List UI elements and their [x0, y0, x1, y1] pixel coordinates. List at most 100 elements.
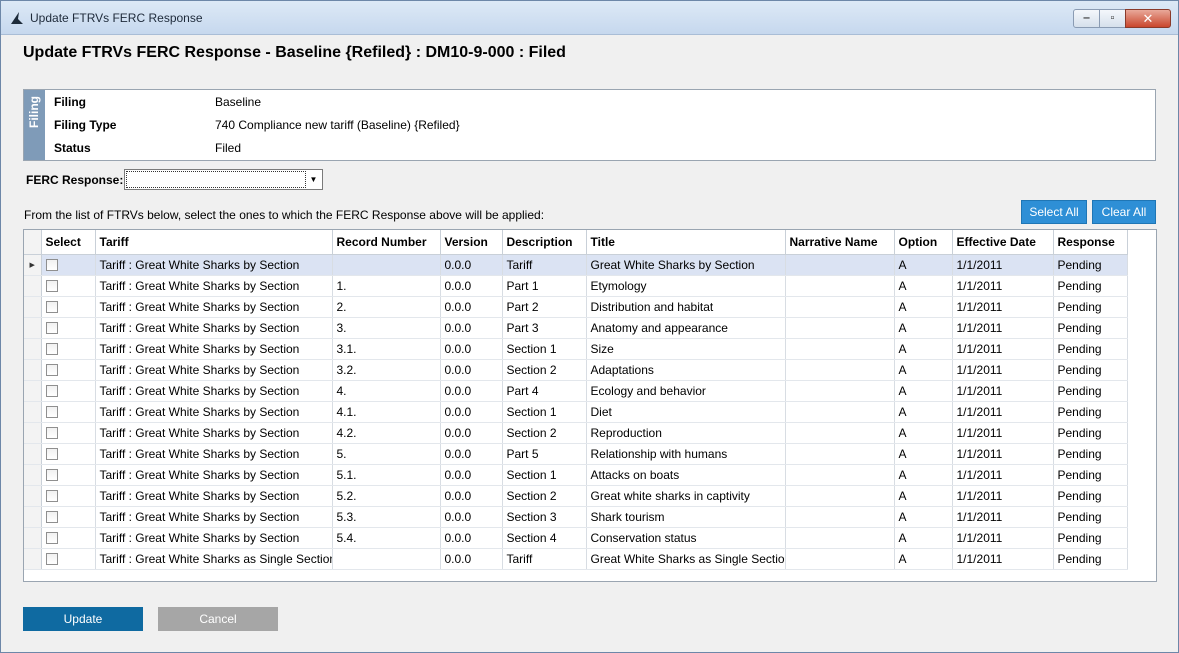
row-header[interactable] [24, 548, 42, 570]
description-cell: Part 4 [502, 380, 587, 402]
narrative-name-cell [785, 464, 895, 486]
cancel-button[interactable]: Cancel [158, 607, 278, 631]
row-header[interactable] [24, 275, 42, 297]
row-select-checkbox[interactable] [45, 427, 58, 440]
record-number-cell: 4.1. [332, 401, 441, 423]
table-row[interactable]: Tariff : Great White Sharks by Section 3.… [24, 359, 1128, 381]
row-select-checkbox[interactable] [45, 301, 58, 314]
row-header[interactable] [24, 296, 42, 318]
row-header[interactable] [24, 338, 42, 360]
column-header-record-number[interactable]: Record Number [332, 230, 441, 255]
dropdown-arrow-icon[interactable]: ▼ [305, 170, 322, 189]
record-number-cell [332, 548, 441, 570]
row-select-checkbox[interactable] [45, 259, 58, 272]
minimize-button[interactable]: ‒ [1073, 9, 1100, 28]
ftrv-grid[interactable]: Select Tariff Record Number Version Desc… [23, 229, 1157, 582]
response-cell: Pending [1053, 401, 1128, 423]
title-cell: Anatomy and appearance [586, 317, 786, 339]
row-header[interactable]: ▶ [24, 254, 42, 276]
row-header[interactable] [24, 464, 42, 486]
row-header[interactable] [24, 401, 42, 423]
select-cell [41, 296, 96, 318]
select-cell [41, 380, 96, 402]
table-row[interactable]: Tariff : Great White Sharks by Section 2.… [24, 296, 1128, 318]
option-cell: A [894, 359, 953, 381]
row-header[interactable] [24, 380, 42, 402]
title-cell: Great White Sharks as Single Section [586, 548, 786, 570]
title-bar[interactable]: Update FTRVs FERC Response ‒ ▫ ✕ [1, 1, 1178, 35]
tariff-cell: Tariff : Great White Sharks by Section [95, 443, 333, 465]
row-select-checkbox[interactable] [45, 532, 58, 545]
table-row[interactable]: Tariff : Great White Sharks by Section 4.… [24, 422, 1128, 444]
table-row[interactable]: Tariff : Great White Sharks by Section 5.… [24, 485, 1128, 507]
close-button[interactable]: ✕ [1125, 9, 1171, 28]
response-cell: Pending [1053, 506, 1128, 528]
table-row[interactable]: Tariff : Great White Sharks by Section 5.… [24, 527, 1128, 549]
table-row[interactable]: Tariff : Great White Sharks by Section 5.… [24, 443, 1128, 465]
column-header-select[interactable]: Select [41, 230, 96, 255]
column-header-effective-date[interactable]: Effective Date [952, 230, 1054, 255]
row-select-checkbox[interactable] [45, 490, 58, 503]
table-row[interactable]: Tariff : Great White Sharks by Section 4.… [24, 380, 1128, 402]
row-header[interactable] [24, 506, 42, 528]
row-header[interactable] [24, 359, 42, 381]
window-title: Update FTRVs FERC Response [30, 11, 203, 25]
select-cell [41, 359, 96, 381]
record-number-cell: 3.2. [332, 359, 441, 381]
table-row[interactable]: ▶ Tariff : Great White Sharks by Section 0… [24, 254, 1128, 276]
select-cell [41, 254, 96, 276]
row-select-checkbox[interactable] [45, 385, 58, 398]
table-row[interactable]: Tariff : Great White Sharks by Section 5.… [24, 506, 1128, 528]
version-cell: 0.0.0 [440, 254, 503, 276]
column-header-title[interactable]: Title [586, 230, 786, 255]
row-header[interactable] [24, 485, 42, 507]
column-header-tariff[interactable]: Tariff [95, 230, 333, 255]
column-header-description[interactable]: Description [502, 230, 587, 255]
description-cell: Section 1 [502, 401, 587, 423]
description-cell: Part 2 [502, 296, 587, 318]
effective-date-cell: 1/1/2011 [952, 506, 1054, 528]
row-header[interactable] [24, 443, 42, 465]
row-select-checkbox[interactable] [45, 553, 58, 566]
table-row[interactable]: Tariff : Great White Sharks by Section 3.… [24, 338, 1128, 360]
row-select-checkbox[interactable] [45, 448, 58, 461]
description-cell: Tariff [502, 548, 587, 570]
narrative-name-cell [785, 548, 895, 570]
description-cell: Section 2 [502, 422, 587, 444]
row-header[interactable] [24, 317, 42, 339]
select-all-button[interactable]: Select All [1021, 200, 1087, 224]
response-cell: Pending [1053, 422, 1128, 444]
maximize-button[interactable]: ▫ [1099, 9, 1126, 28]
row-header[interactable] [24, 422, 42, 444]
row-select-checkbox[interactable] [45, 322, 58, 335]
tariff-cell: Tariff : Great White Sharks by Section [95, 422, 333, 444]
update-button[interactable]: Update [23, 607, 143, 631]
narrative-name-cell [785, 338, 895, 360]
ferc-response-value [126, 171, 306, 188]
row-select-checkbox[interactable] [45, 511, 58, 524]
select-cell [41, 443, 96, 465]
table-row[interactable]: Tariff : Great White Sharks by Section 3.… [24, 317, 1128, 339]
option-cell: A [894, 317, 953, 339]
table-row[interactable]: Tariff : Great White Sharks as Single Se… [24, 548, 1128, 570]
table-row[interactable]: Tariff : Great White Sharks by Section 5.… [24, 464, 1128, 486]
row-select-checkbox[interactable] [45, 406, 58, 419]
column-header-option[interactable]: Option [894, 230, 953, 255]
row-select-checkbox[interactable] [45, 280, 58, 293]
tariff-cell: Tariff : Great White Sharks by Section [95, 275, 333, 297]
row-select-checkbox[interactable] [45, 364, 58, 377]
row-select-checkbox[interactable] [45, 343, 58, 356]
table-row[interactable]: Tariff : Great White Sharks by Section 1.… [24, 275, 1128, 297]
record-number-cell: 4.2. [332, 422, 441, 444]
table-row[interactable]: Tariff : Great White Sharks by Section 4.… [24, 401, 1128, 423]
ferc-response-dropdown[interactable]: ▼ [124, 169, 323, 190]
table-body: ▶ Tariff : Great White Sharks by Section 0… [24, 254, 1128, 570]
column-header-response[interactable]: Response [1053, 230, 1128, 255]
column-header-version[interactable]: Version [440, 230, 503, 255]
version-cell: 0.0.0 [440, 548, 503, 570]
clear-all-button[interactable]: Clear All [1092, 200, 1156, 224]
column-header-narrative-name[interactable]: Narrative Name [785, 230, 895, 255]
row-select-checkbox[interactable] [45, 469, 58, 482]
row-header[interactable] [24, 527, 42, 549]
title-cell: Reproduction [586, 422, 786, 444]
